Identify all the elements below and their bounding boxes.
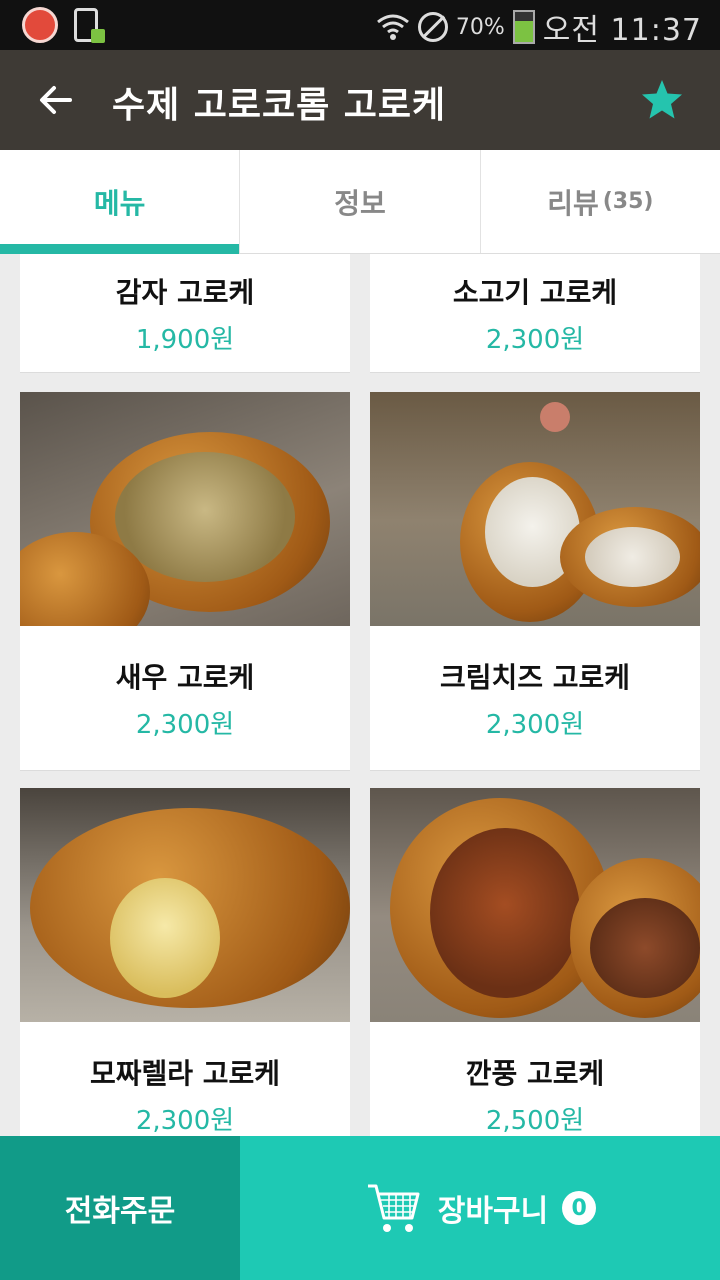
- tab-label: 리뷰: [547, 186, 599, 220]
- menu-item-name: 크림치즈 고로케: [439, 660, 631, 694]
- battery-percent: 70%: [455, 14, 505, 40]
- menu-item-price: 2,300원: [135, 709, 235, 740]
- menu-item-name: 깐풍 고로케: [465, 1056, 605, 1090]
- page-title: 수제 고로코롬 고로케: [112, 85, 447, 126]
- tab-menu[interactable]: 메뉴: [0, 150, 241, 254]
- menu-item-price: 1,900원: [135, 324, 235, 355]
- app-notification-icon: [22, 7, 58, 43]
- tab-bar: 메뉴 정보 리뷰 (35): [0, 150, 720, 254]
- menu-item-price: 2,300원: [485, 324, 585, 355]
- menu-item-price: 2,300원: [485, 709, 585, 740]
- shopping-cart-icon: [367, 1184, 420, 1232]
- menu-grid: 감자 고로케 1,900원 소고기 고로케 2,300원 새우 고로케 2,30…: [0, 254, 720, 1136]
- cart-label: 장바구니: [437, 1194, 549, 1229]
- menu-item-card[interactable]: 깐풍 고로케 2,500원: [370, 788, 700, 1136]
- phone-update-icon: [74, 8, 105, 43]
- menu-item-photo: [370, 788, 700, 1022]
- tab-reviews[interactable]: 리뷰 (35): [481, 150, 720, 253]
- menu-item-photo: [20, 788, 350, 1022]
- menu-item-price: 2,500원: [485, 1105, 585, 1136]
- cart-count-badge: 0: [562, 1191, 597, 1225]
- menu-item-name: 감자 고로케: [115, 275, 255, 309]
- favorite-button[interactable]: [638, 76, 686, 124]
- tab-info[interactable]: 정보: [240, 150, 481, 253]
- tab-label: 메뉴: [93, 186, 146, 220]
- menu-item-name: 새우 고로케: [115, 660, 255, 694]
- bottom-action-bar: 전화주문 장바구니 0: [0, 1136, 720, 1280]
- menu-item-photo: [20, 392, 350, 626]
- back-button[interactable]: [28, 72, 84, 128]
- app-toolbar: 수제 고로코롬 고로케: [0, 50, 720, 150]
- menu-item-photo: [370, 392, 700, 626]
- status-bar: 70% 오전 11:37: [0, 0, 720, 50]
- menu-item-name: 소고기 고로케: [452, 275, 618, 309]
- star-icon: [642, 80, 682, 119]
- menu-item-name: 모짜렐라 고로케: [89, 1056, 281, 1090]
- review-count: (35): [602, 189, 654, 214]
- cart-button[interactable]: 장바구니 0: [240, 1136, 720, 1280]
- menu-item-card[interactable]: 크림치즈 고로케 2,300원: [370, 392, 700, 771]
- menu-item-card[interactable]: 모짜렐라 고로케 2,300원: [20, 788, 350, 1136]
- tab-label: 정보: [334, 186, 386, 220]
- battery-icon: [512, 10, 535, 44]
- do-not-disturb-icon: [417, 12, 448, 42]
- menu-item-card[interactable]: 새우 고로케 2,300원: [20, 392, 350, 771]
- phone-order-button[interactable]: 전화주문: [0, 1136, 240, 1280]
- menu-item-price: 2,300원: [135, 1105, 235, 1136]
- wifi-icon: [376, 14, 409, 40]
- clock: 오전 11:37: [542, 13, 702, 48]
- menu-item-card[interactable]: 소고기 고로케 2,300원: [370, 254, 700, 373]
- arrow-back-icon: [40, 86, 72, 114]
- phone-order-label: 전화주문: [64, 1194, 176, 1229]
- menu-item-card[interactable]: 감자 고로케 1,900원: [20, 254, 350, 373]
